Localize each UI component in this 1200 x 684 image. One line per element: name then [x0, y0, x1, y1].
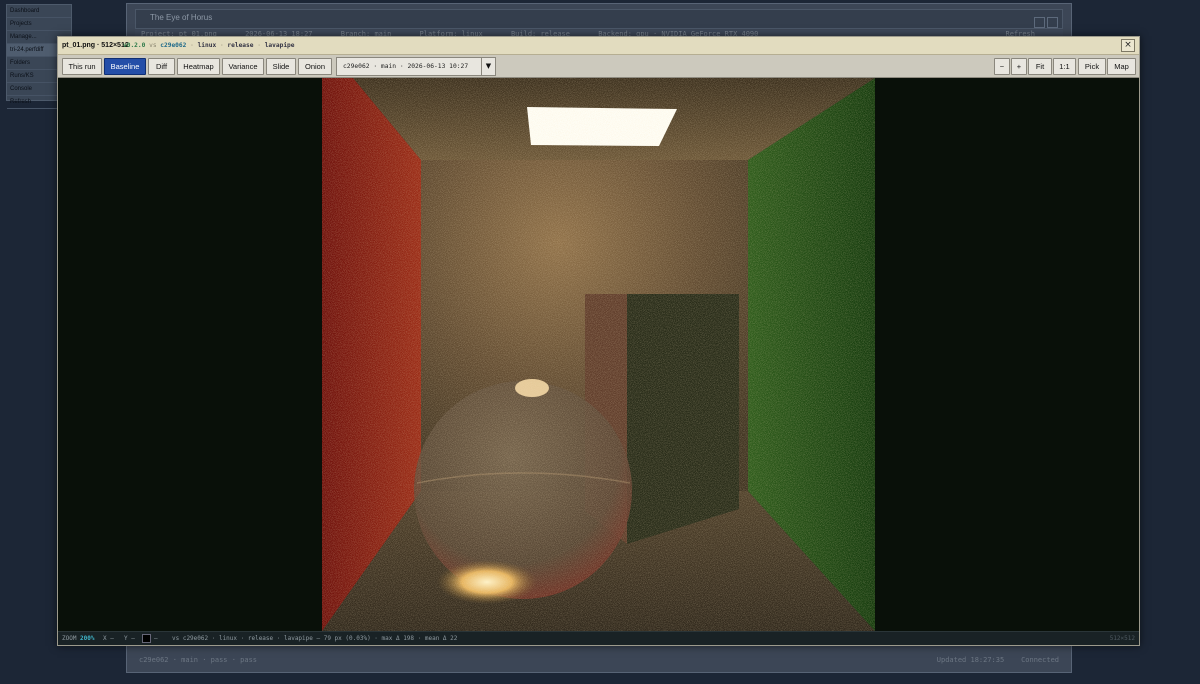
meta-hash: c29e062	[160, 42, 187, 49]
viewer-statusbar: ZOOM 200% X — Y — — vs c29e062 · linux ·…	[58, 631, 1139, 645]
close-icon: ×	[1124, 40, 1132, 50]
heatmap-button[interactable]: Heatmap	[177, 58, 220, 75]
pixel-swatch	[142, 632, 151, 645]
side-menu-item[interactable]: Dashboard	[7, 5, 71, 18]
fit-button[interactable]: Fit	[1028, 58, 1052, 75]
status-updated: Updated 18:27:35	[936, 656, 1005, 664]
map-button[interactable]: Map	[1107, 58, 1136, 75]
baseline-commit-select[interactable]: c29e062 · main · 2026-06-13 10:27 ▼	[336, 57, 496, 76]
minimize-icon[interactable]	[1034, 17, 1045, 28]
chevron-down-icon: ▼	[481, 58, 495, 75]
diff-summary: vs c29e062 · linux · release · lavapipe …	[172, 635, 458, 642]
onion-button[interactable]: Onion	[298, 58, 332, 75]
background-statusbar: c29e062 · main · pass · pass Updated 18:…	[135, 654, 1063, 666]
background-window-titlebar: The Eye of Horus	[135, 9, 1063, 29]
background-window-title: The Eye of Horus	[150, 13, 213, 22]
image-dimensions: 512×512	[1109, 635, 1135, 642]
zoom-label: ZOOM	[62, 635, 77, 642]
meta-sep: ·	[219, 42, 224, 49]
status-left: c29e062 · main · pass · pass	[139, 656, 258, 664]
zoom-in-button[interactable]: +	[1011, 58, 1027, 75]
commit-select-value: c29e062 · main · 2026-06-13 10:27	[343, 63, 469, 70]
side-menu-item[interactable]: Projects	[7, 18, 71, 31]
image-canvas[interactable]	[58, 78, 1139, 632]
meta-build: release	[227, 42, 254, 49]
pick-button[interactable]: Pick	[1078, 58, 1106, 75]
variance-button[interactable]: Variance	[222, 58, 264, 75]
close-button[interactable]: ×	[1121, 39, 1135, 52]
cursor-x: X —	[103, 635, 114, 642]
slide-button[interactable]: Slide	[266, 58, 296, 75]
meta-sep: ·	[190, 42, 194, 49]
zoom-out-button[interactable]: −	[994, 58, 1010, 75]
status-connected: Connected	[1021, 656, 1059, 664]
rendered-image	[322, 78, 875, 631]
zoom-value: 200%	[80, 635, 95, 642]
maximize-icon[interactable]	[1047, 17, 1058, 28]
meta-vs: vs	[149, 42, 157, 49]
file-name: pt_01.png · 512×512	[62, 42, 129, 49]
run-meta: v0.2.0 vs c29e062 · linux · release · la…	[123, 37, 295, 54]
meta-os: linux	[197, 42, 217, 49]
meta-sep: ·	[257, 42, 261, 49]
viewer-titlebar[interactable]: pt_01.png · 512×512 v0.2.0 vs c29e062 · …	[58, 37, 1139, 55]
cursor-y: Y —	[124, 635, 135, 642]
image-viewer-window: pt_01.png · 512×512 v0.2.0 vs c29e062 · …	[57, 36, 1140, 646]
viewer-toolbar: This run Baseline Diff Heatmap Variance …	[58, 55, 1139, 78]
meta-version: v0.2.0	[123, 42, 146, 49]
actual-size-button[interactable]: 1:1	[1053, 58, 1076, 75]
status-right: Updated 18:27:35 Connected	[937, 656, 1059, 664]
pixel-value: —	[154, 635, 158, 642]
meta-backend: lavapipe	[264, 42, 295, 49]
baseline-button[interactable]: Baseline	[104, 58, 146, 75]
diff-button[interactable]: Diff	[148, 58, 175, 75]
this-run-button[interactable]: This run	[62, 58, 102, 75]
